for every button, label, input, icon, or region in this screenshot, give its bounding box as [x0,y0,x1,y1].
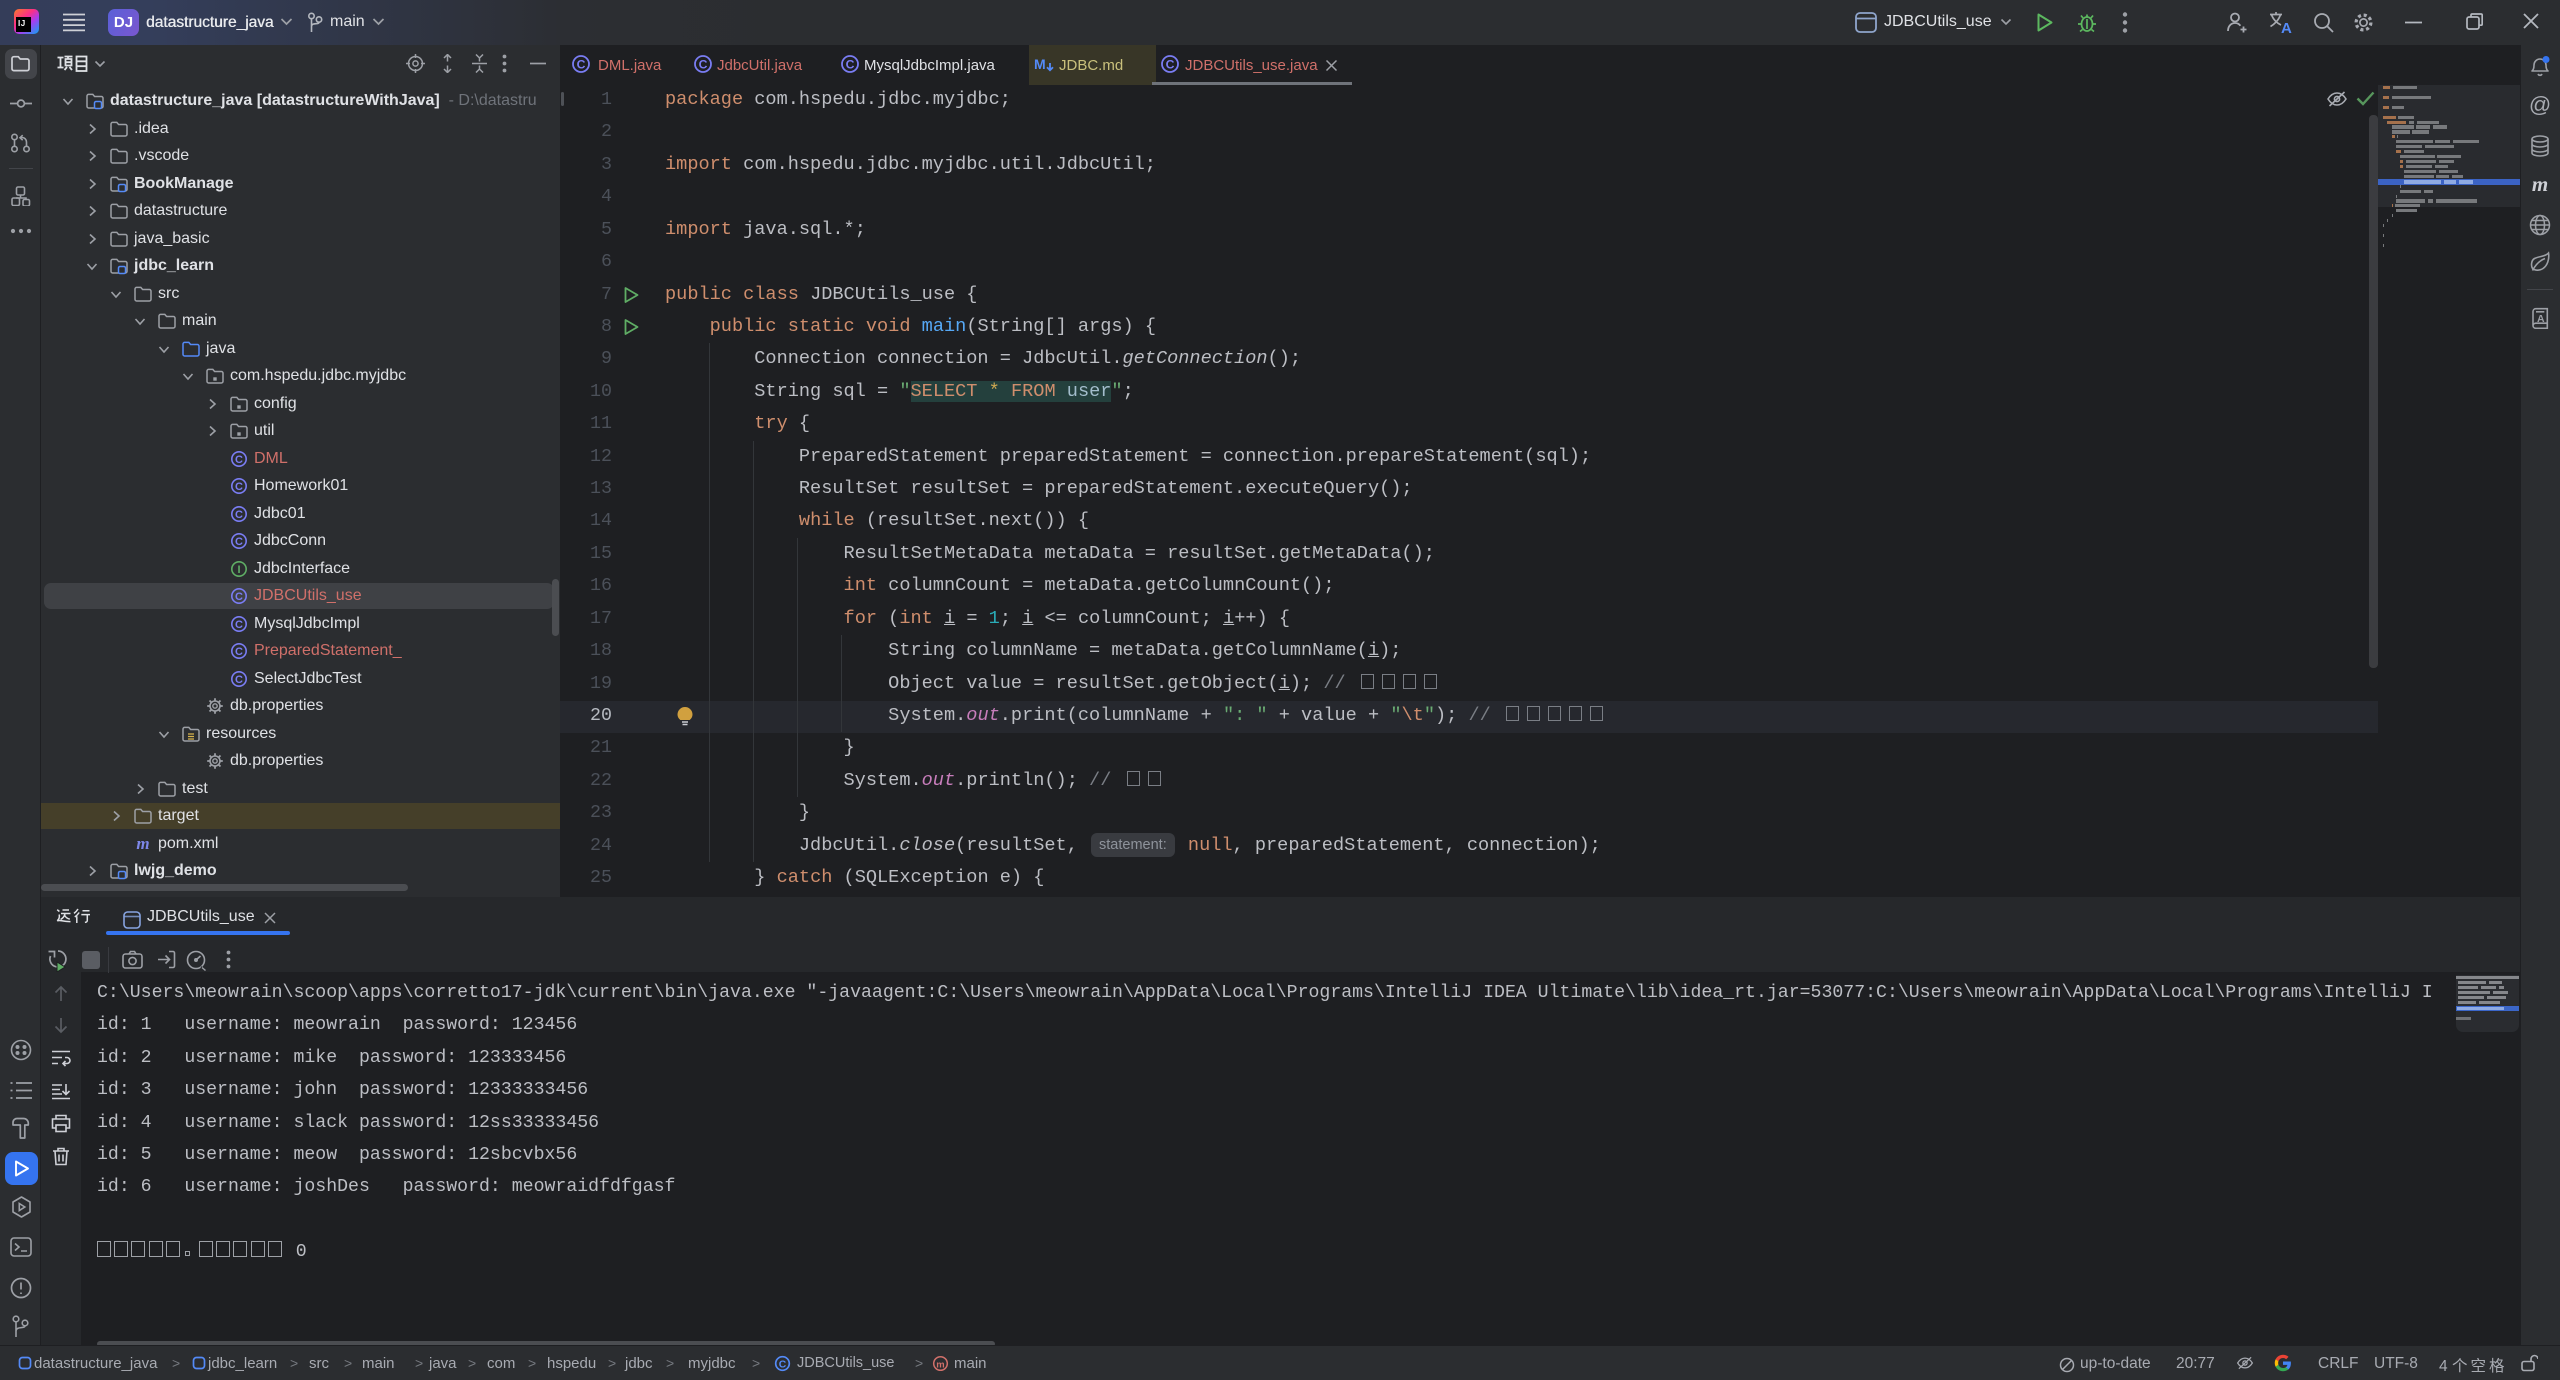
svg-text:I: I [237,564,240,576]
svg-text:C: C [1166,57,1175,71]
svg-text:C: C [235,454,243,466]
svg-text:m: m [936,1359,944,1370]
svg-text:C: C [846,57,855,71]
svg-text:C: C [235,646,243,658]
svg-text:C: C [235,674,243,686]
svg-text:C: C [577,57,586,71]
svg-text:C: C [779,1359,787,1370]
svg-text:C: C [235,481,243,493]
svg-text:C: C [235,591,243,603]
svg-text:m: m [136,835,149,853]
svg-text:A: A [2281,20,2292,34]
svg-text:A: A [2537,313,2545,325]
svg-text:C: C [235,509,243,521]
svg-text:m: m [2532,172,2548,196]
svg-text:C: C [699,57,708,71]
svg-text:C: C [235,619,243,631]
svg-text:M: M [1034,56,1046,72]
svg-text:C: C [235,536,243,548]
